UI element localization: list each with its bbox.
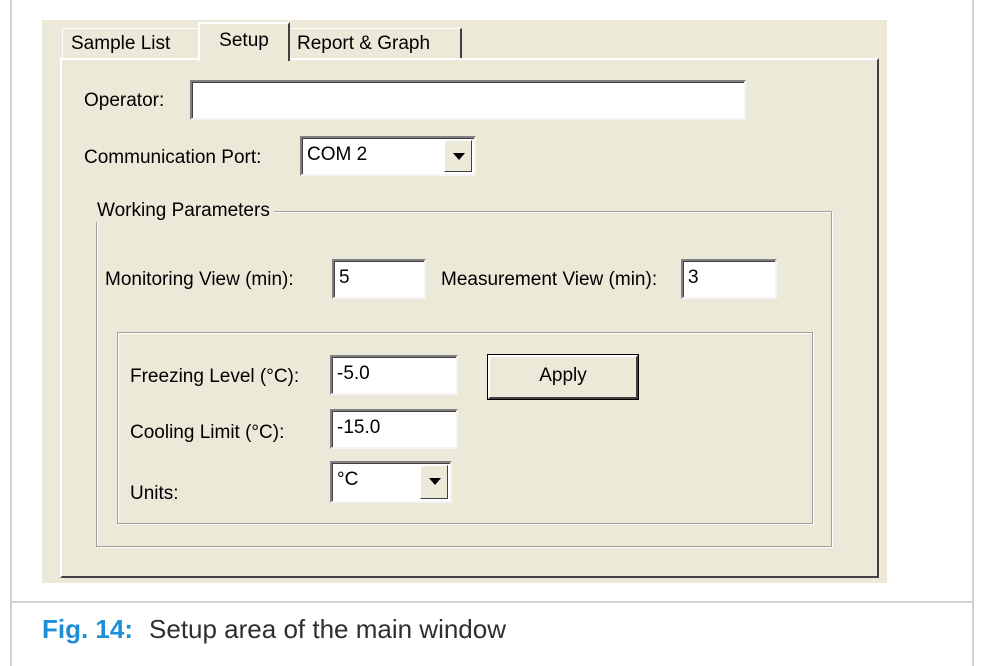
chevron-down-icon [429, 478, 441, 485]
tab-setup[interactable]: Setup [198, 22, 290, 61]
monitoring-view-label: Monitoring View (min): [105, 269, 294, 290]
units-dropdown-button[interactable] [420, 465, 448, 499]
operator-input[interactable] [190, 80, 746, 120]
measurement-view-input[interactable]: 3 [681, 259, 777, 299]
document-border-left [10, 0, 12, 666]
figure-number: Fig. 14: [42, 614, 134, 644]
monitoring-view-input[interactable]: 5 [332, 259, 426, 299]
measurement-view-label: Measurement View (min): [441, 269, 658, 290]
operator-label: Operator: [84, 90, 165, 111]
document-border-right [972, 0, 974, 666]
apply-button[interactable]: Apply [487, 354, 639, 400]
setup-panel: Operator: Communication Port: COM 2 Work… [60, 58, 879, 578]
units-select[interactable]: °C [330, 461, 452, 503]
tab-report-graph[interactable]: Report & Graph [288, 28, 462, 59]
freezing-level-input[interactable]: -5.0 [330, 355, 458, 395]
comm-port-label: Communication Port: [84, 147, 262, 168]
comm-port-dropdown-button[interactable] [444, 140, 472, 172]
chevron-down-icon [453, 153, 465, 160]
comm-port-value: COM 2 [307, 144, 368, 165]
main-window: Sample List Setup Report & Graph Operato… [42, 20, 887, 583]
tab-sample-list[interactable]: Sample List [62, 28, 200, 59]
units-label: Units: [130, 483, 179, 504]
units-value: °C [337, 469, 359, 490]
temperature-settings-group: Freezing Level (°C): -5.0 Apply Cooling … [117, 332, 813, 524]
working-parameters-title: Working Parameters [93, 200, 274, 222]
cooling-limit-label: Cooling Limit (°C): [130, 422, 285, 443]
comm-port-select[interactable]: COM 2 [300, 136, 476, 176]
figure-caption-text: Setup area of the main window [149, 614, 507, 644]
caption-divider [12, 601, 972, 603]
working-parameters-group: Working Parameters Monitoring View (min)… [93, 200, 832, 547]
figure-caption: Fig. 14: Setup area of the main window [42, 612, 506, 646]
cooling-limit-input[interactable]: -15.0 [330, 409, 458, 449]
freezing-level-label: Freezing Level (°C): [130, 366, 300, 387]
